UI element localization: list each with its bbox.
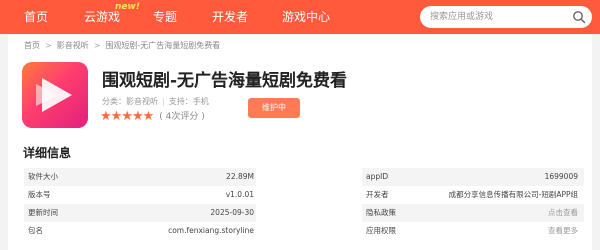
search-input[interactable] xyxy=(430,9,560,25)
rating-count: ( 4次评分 ) xyxy=(159,112,205,122)
nav-home[interactable]: 首页 xyxy=(24,9,48,25)
detail-label: appID xyxy=(366,172,389,181)
developer-value: 成都分享信息传播有限公司-短剧APP组 xyxy=(448,190,578,199)
star-icon: ★ xyxy=(121,109,133,124)
table-row: 软件大小 22.89M appID 1699009 xyxy=(24,168,584,186)
star-icon: ★ xyxy=(100,109,112,124)
app-icon xyxy=(22,62,88,128)
new-badge: new! xyxy=(115,2,140,12)
permissions-link[interactable]: 查看更多 xyxy=(424,222,578,240)
support-value: 手机 xyxy=(192,97,209,106)
app-title: 围观短剧-无广告海量短剧免费看 xyxy=(102,71,348,91)
table-row: 版本号 v1.0.01 开发者 成都分享信息传播有限公司-短剧APP组 xyxy=(24,186,584,204)
search-icon[interactable] xyxy=(572,10,586,24)
table-row: 更新时间 2025-09-30 隐私政策 点击查看 xyxy=(24,204,584,222)
detail-value: v1.0.01 xyxy=(225,190,254,199)
star-icon: ★ xyxy=(131,109,144,124)
rating: ★★★★★( 4次评分 ) xyxy=(100,108,205,124)
breadcrumb-home[interactable]: 首页 xyxy=(24,41,40,50)
detail-label: 开发者 xyxy=(366,190,389,199)
details-section-title: 详细信息 xyxy=(23,146,72,160)
breadcrumb-current: 围观短剧-无广告海量短剧免费看 xyxy=(105,41,221,50)
detail-label: 应用权限 xyxy=(366,226,396,235)
detail-label: 隐私政策 xyxy=(366,208,396,217)
nav-developers[interactable]: 开发者 xyxy=(212,9,248,25)
app-meta: 分类：影音视听 | 支持：手机 xyxy=(102,97,209,107)
app-detail-panel: 首页 > 影音视听 > 围观短剧-无广告海量短剧免费看 围观短剧-无广告海量短剧免费看 … xyxy=(8,34,592,250)
meta-divider: | xyxy=(162,97,165,106)
maintenance-button[interactable]: 维护中 xyxy=(248,98,300,118)
top-nav-bar: 首页 云游戏 new! 专题 开发者 游戏中心 xyxy=(0,0,600,34)
category-label: 分类： xyxy=(102,97,126,106)
detail-value: 2025-09-30 xyxy=(210,208,254,217)
detail-label: 版本号 xyxy=(28,190,51,199)
detail-value: 1699009 xyxy=(544,172,578,181)
detail-label: 更新时间 xyxy=(28,208,58,217)
support-label: 支持： xyxy=(168,97,193,106)
detail-label: 软件大小 xyxy=(28,172,58,181)
detail-label: 包名 xyxy=(28,226,43,235)
nav-game-center[interactable]: 游戏中心 xyxy=(282,9,330,25)
search-box xyxy=(420,6,592,28)
breadcrumb: 首页 > 影音视听 > 围观短剧-无广告海量短剧免费看 xyxy=(24,41,220,51)
star-icon: ★ xyxy=(142,109,155,124)
table-row: 包名 com.fenxiang.storyline 应用权限 查看更多 xyxy=(24,222,584,240)
detail-value: com.fenxiang.storyline xyxy=(168,226,254,235)
breadcrumb-separator-icon: > xyxy=(93,41,101,50)
breadcrumb-category[interactable]: 影音视听 xyxy=(57,41,89,50)
detail-value: 22.89M xyxy=(226,172,254,181)
privacy-policy-link[interactable]: 点击查看 xyxy=(424,204,578,222)
star-icon: ★ xyxy=(110,109,123,124)
breadcrumb-separator-icon: > xyxy=(45,41,52,50)
category-value[interactable]: 影音视听 xyxy=(126,97,158,106)
play-logo-icon xyxy=(36,78,72,112)
nav-topics[interactable]: 专题 xyxy=(153,9,177,25)
